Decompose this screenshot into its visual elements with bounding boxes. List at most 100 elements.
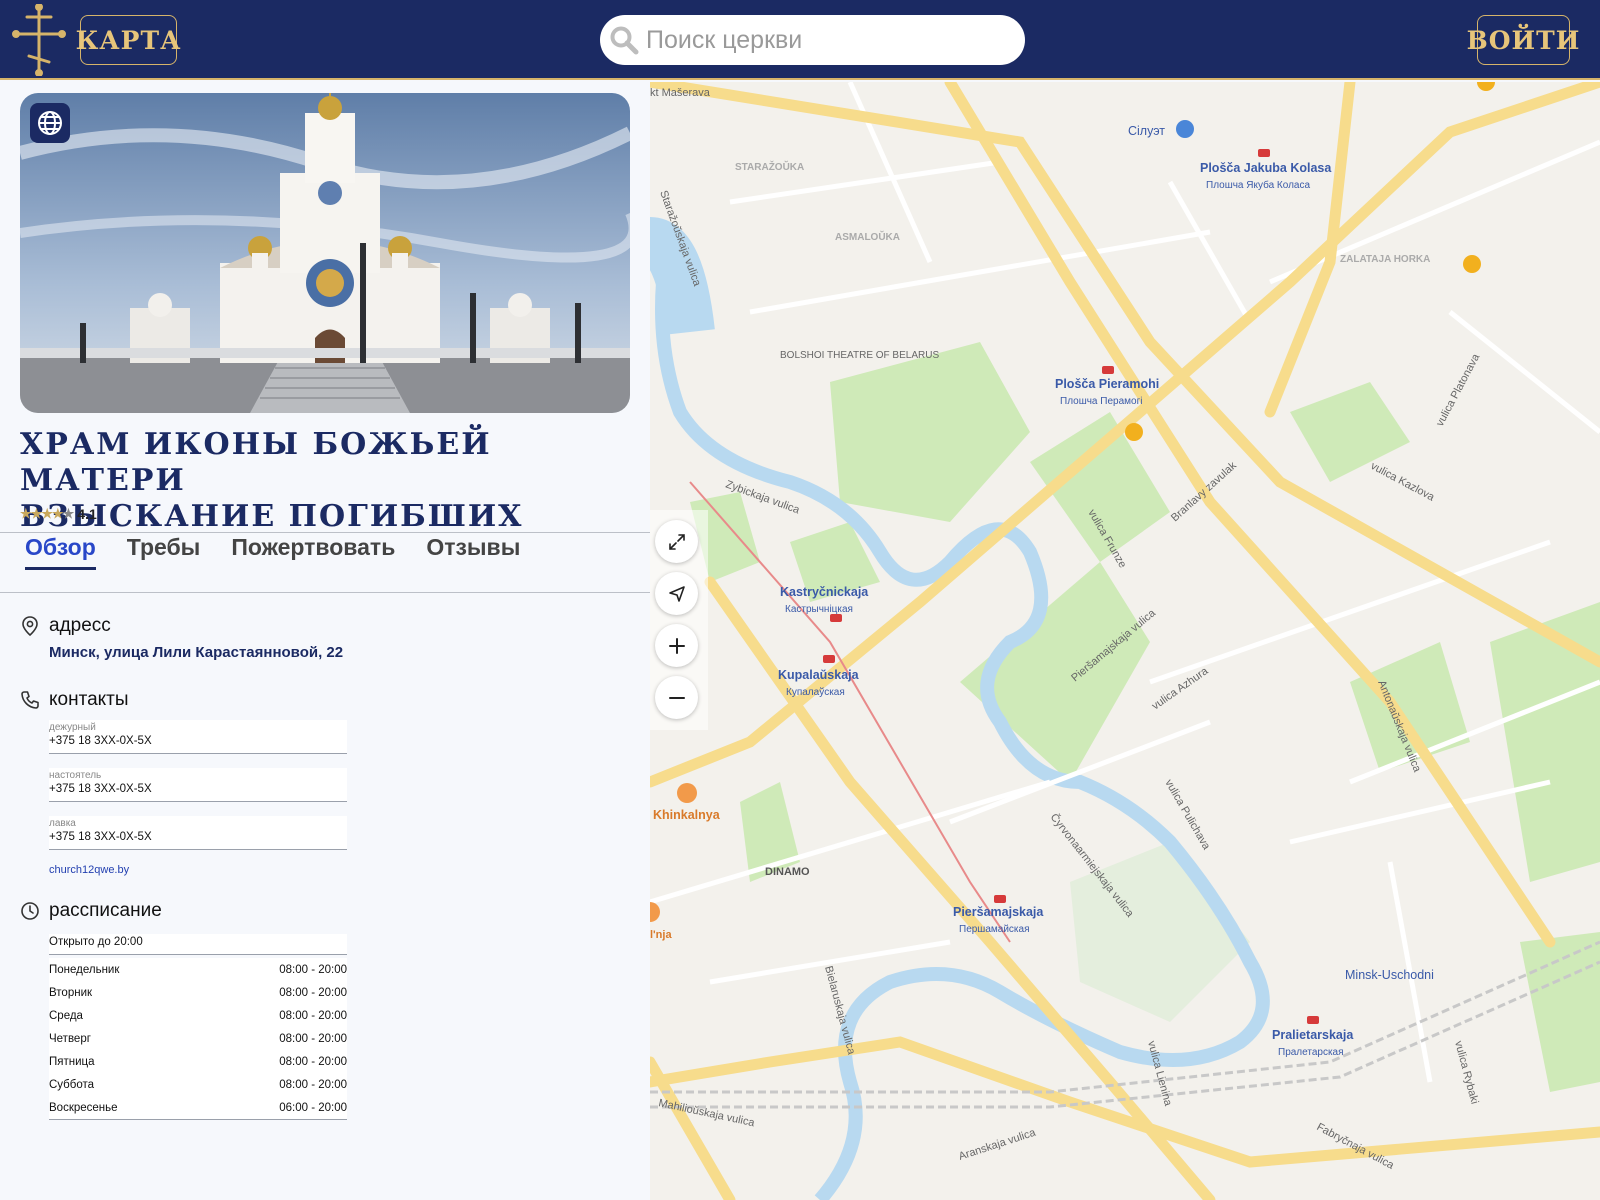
contact-row[interactable]: настоятель +375 18 3XX-0X-5X [49,768,347,802]
schedule-day: Среда [49,1009,83,1022]
contact-label: лавка [49,818,76,829]
street-label: Aranskaja vulica [957,1126,1038,1162]
star-icon: ★ [41,506,53,521]
schedule-row: Пятница 08:00 - 20:00 [49,1050,347,1073]
city-map[interactable]: Kastryčnickaja Кастрычніцкая Kupalaŭskaj… [650,82,1600,1200]
schedule-row: Четверг 08:00 - 20:00 [49,1027,347,1050]
zoom-out-icon [668,696,685,699]
street-label: Mahilioŭskaja vulica [657,1097,756,1129]
divider [0,592,650,593]
map-label: BOLSHOI THEATRE OF BELARUS [780,350,939,361]
schedule-day: Понедельник [49,963,120,976]
church-photo [20,93,630,413]
address-section-header: адресс [20,615,111,637]
website-link[interactable]: church12qwe.by [49,864,129,876]
star-icon: ★ [30,506,43,521]
church-title-line-2: ВЗЫСКАНИЕ ПОГИБШИХ [20,499,524,534]
address-heading: адресс [49,615,111,636]
orthodox-cross-logo-icon[interactable] [12,4,66,76]
map-button[interactable]: КАРТА [76,15,180,65]
map-label: Сілуэт [1128,124,1165,138]
schedule-day: Пятница [49,1055,95,1068]
map-label: Pralietarskaja [1272,1028,1354,1042]
map-label: Плошча Якуба Коласа [1206,179,1310,191]
top-navbar: КАРТА ВОЙТИ [0,0,1600,80]
search-bar[interactable] [600,15,1025,65]
schedule-row: Понедельник 08:00 - 20:00 [49,958,347,981]
phone-icon [21,691,39,709]
search-input[interactable] [646,25,996,55]
divider [0,532,650,533]
zoom-in-button[interactable] [655,624,698,667]
schedule-list: Понедельник 08:00 - 20:00 Вторник 08:00 - … [49,958,347,1120]
church-title: ХРАМ ИКОНЫ БОЖЬЕЙ МАТЕРИ ВЗЫСКАНИЕ ПОГИБ… [20,427,630,535]
schedule-row: Воскресенье 06:00 - 20:00 [49,1096,347,1119]
contact-row[interactable]: дежурный +375 18 3XX-0X-5X [49,720,347,754]
map-label: STARAŽOŬKA [735,160,804,173]
fullscreen-button[interactable] [655,520,698,563]
schedule-hours: 08:00 - 20:00 [279,1009,347,1022]
schedule-section-header: рассписание [20,900,162,922]
login-button[interactable]: ВОЙТИ [1467,15,1579,65]
tab-donate[interactable]: Пожертвовать [231,534,395,570]
contact-phone[interactable]: +375 18 3XX-0X-5X [49,783,347,795]
church-info-panel: ХРАМ ИКОНЫ БОЖЬЕЙ МАТЕРИ ВЗЫСКАНИЕ ПОГИБ… [0,82,650,1200]
map-label: Pieršamajskaja [953,905,1044,919]
locate-button[interactable] [655,572,698,615]
street-label: vulica Platonava [1434,351,1483,428]
map-label: Plošča Jakuba Kolasa [1200,161,1332,175]
tab-reviews[interactable]: Отзывы [426,534,520,570]
star-icon: ★ [51,506,64,521]
map-label: Kastryčnickaja [780,585,869,599]
star-icon: ★ [20,506,32,521]
schedule-row: Вторник 08:00 - 20:00 [49,981,347,1004]
globe-icon [38,111,62,135]
schedule-row: Среда 08:00 - 20:00 [49,1004,347,1027]
schedule-hours: 08:00 - 20:00 [279,986,347,999]
contacts-heading: контакты [49,689,129,710]
church-photo-image [20,93,630,413]
contact-label: настоятель [49,770,102,781]
contact-label: дежурный [49,722,96,733]
tab-services[interactable]: Требы [127,534,201,570]
contact-row[interactable]: лавка +375 18 3XX-0X-5X [49,816,347,850]
clock-icon [21,902,39,920]
zoom-in-icon [668,637,685,654]
contact-phone[interactable]: +375 18 3XX-0X-5X [49,735,347,747]
schedule-hours: 08:00 - 20:00 [279,963,347,976]
map-canvas[interactable]: Kastryčnickaja Кастрычніцкая Kupalaŭskaj… [650,82,1600,1200]
schedule-hours: 08:00 - 20:00 [279,1055,347,1068]
tab-bar: Обзор Требы Пожертвовать Отзывы [25,534,520,570]
open-status: Открыто до 20:00 [49,934,347,955]
church-title-line-1: ХРАМ ИКОНЫ БОЖЬЕЙ МАТЕРИ [20,427,492,498]
rating-value: 4.1 [77,506,97,522]
schedule-hours: 08:00 - 20:00 [279,1078,347,1091]
schedule-row: Суббота 08:00 - 20:00 [49,1073,347,1096]
schedule-hours: 06:00 - 20:00 [279,1101,347,1114]
map-label: Кастрычніцкая [785,604,853,615]
schedule-day: Четверг [49,1032,91,1045]
schedule-day: Суббота [49,1078,95,1091]
map-label: Першамайская [959,924,1030,935]
contacts-section-header: контакты [20,689,129,711]
star-icon: ★ [62,506,75,521]
schedule-heading: рассписание [49,900,162,921]
street-label: vulica Kazlova [1369,460,1437,504]
map-label: Minsk-Uschodni [1345,968,1434,982]
schedule-hours: 08:00 - 20:00 [279,1032,347,1045]
map-label: Плошча Перамогі [1060,396,1142,407]
street-label: vulica Rybaki [1452,1040,1480,1106]
address-value[interactable]: Минск, улица Лили Карастаянновой, 22 [49,644,343,661]
tab-overview[interactable]: Обзор [25,534,96,570]
schedule-day: Воскресенье [49,1101,118,1114]
search-icon [610,26,639,55]
contact-phone[interactable]: +375 18 3XX-0X-5X [49,831,347,843]
map-label: Kupalaŭskaja [778,668,860,682]
zoom-out-button[interactable] [655,676,698,719]
map-label: Купалаўская [786,686,845,698]
rating: ★★★★★ 4.1 [20,506,97,522]
locate-icon [668,585,685,602]
street-label: l'nja [650,929,672,941]
location-pin-icon [22,616,38,636]
website-globe-button[interactable] [30,103,70,143]
